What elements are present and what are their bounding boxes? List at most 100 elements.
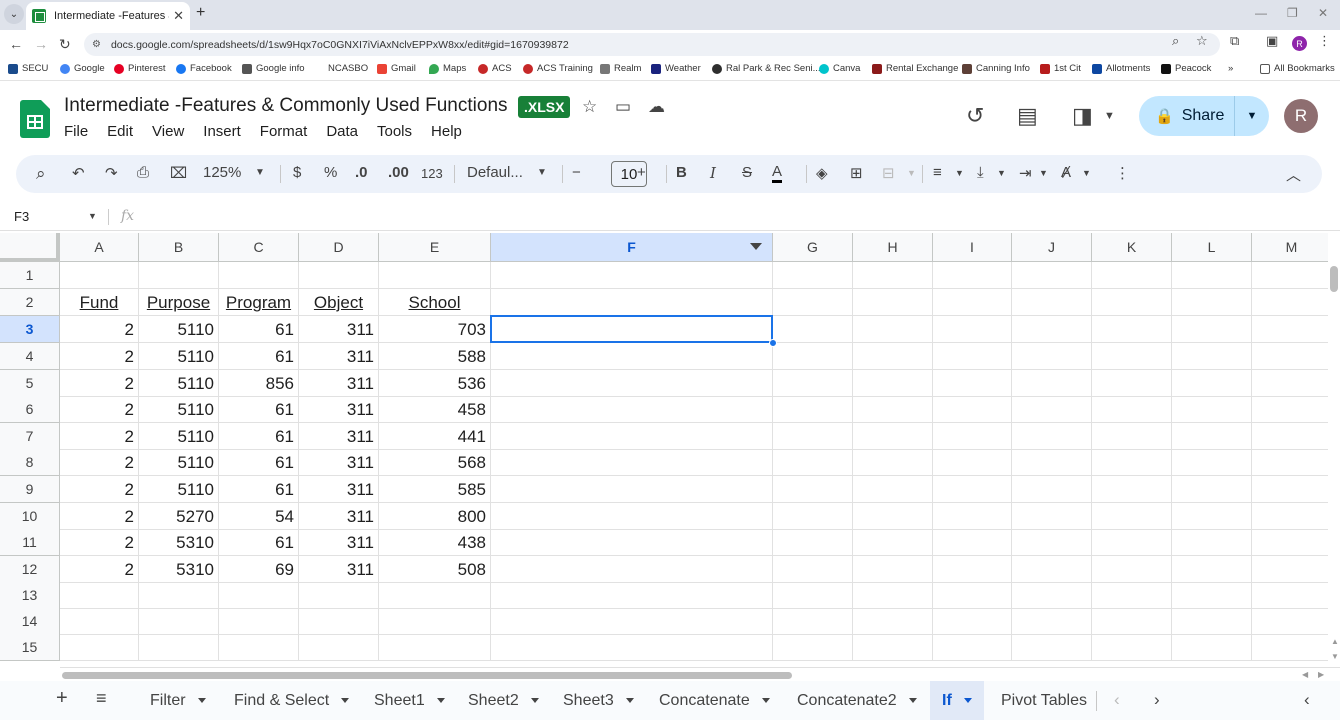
cell-k8[interactable] xyxy=(1092,449,1172,476)
cell-i13[interactable] xyxy=(933,582,1012,609)
sheet-tab-pivot-tables[interactable]: Pivot Tables xyxy=(989,681,1099,720)
move-folder-icon[interactable]: ▭ xyxy=(615,97,631,117)
cell-d3[interactable]: 311 xyxy=(299,316,379,343)
sheet-tab-dropdown-icon[interactable] xyxy=(625,698,634,703)
more-bookmarks-icon[interactable]: » xyxy=(1228,63,1233,74)
cell-e9[interactable]: 585 xyxy=(379,476,491,503)
cell-m1[interactable] xyxy=(1252,262,1328,289)
menu-format[interactable]: Format xyxy=(260,123,308,143)
column-header-b[interactable]: B xyxy=(139,233,219,262)
cell-l4[interactable] xyxy=(1172,343,1252,370)
row-header-11[interactable]: 11 xyxy=(0,529,60,556)
increase-decimal-button[interactable]: .00 xyxy=(388,164,409,181)
column-header-e[interactable]: E xyxy=(379,233,491,262)
cell-l1[interactable] xyxy=(1172,262,1252,289)
cell-j10[interactable] xyxy=(1012,503,1092,530)
all-bookmarks[interactable]: All Bookmarks xyxy=(1260,63,1335,74)
select-all-corner[interactable] xyxy=(0,233,60,262)
cell-k13[interactable] xyxy=(1092,582,1172,609)
sheet-tab-dropdown-icon[interactable] xyxy=(963,698,972,703)
row-header-12[interactable]: 12 xyxy=(0,556,60,583)
cell-e14[interactable] xyxy=(379,608,491,635)
sheet-scroll-left-icon[interactable]: ‹ xyxy=(1114,690,1120,710)
cell-k4[interactable] xyxy=(1092,343,1172,370)
zoom-select[interactable]: 125% xyxy=(203,164,241,181)
comments-icon[interactable]: ▤ xyxy=(1017,103,1038,129)
bookmark-canning-info[interactable]: Canning Info xyxy=(962,63,1030,74)
cell-k9[interactable] xyxy=(1092,476,1172,503)
cell-h7[interactable] xyxy=(853,423,933,450)
cell-a15[interactable] xyxy=(60,634,139,661)
font-dropdown-icon[interactable]: ▼ xyxy=(537,167,547,178)
bookmark-gmail[interactable]: Gmail xyxy=(377,63,416,74)
bookmark-star-icon[interactable]: ☆ xyxy=(1196,33,1208,49)
cell-j9[interactable] xyxy=(1012,476,1092,503)
cell-i4[interactable] xyxy=(933,343,1012,370)
reload-icon[interactable]: ↻ xyxy=(59,36,71,53)
cell-j2[interactable] xyxy=(1012,289,1092,316)
cell-e13[interactable] xyxy=(379,582,491,609)
cell-c9[interactable]: 61 xyxy=(219,476,299,503)
cell-g2[interactable] xyxy=(773,289,853,316)
cell-d15[interactable] xyxy=(299,634,379,661)
vertical-align-icon[interactable]: ⤓ xyxy=(977,164,984,181)
cell-b2[interactable]: Purpose xyxy=(139,289,219,316)
cell-g8[interactable] xyxy=(773,449,853,476)
cell-f9[interactable] xyxy=(491,476,773,503)
text-rotation-icon[interactable]: Ⱥ xyxy=(1061,164,1071,181)
cell-f11[interactable] xyxy=(491,529,773,556)
cell-m2[interactable] xyxy=(1252,289,1328,316)
horizontal-scrollbar[interactable]: ◀ ▶ xyxy=(60,667,1340,681)
cell-b11[interactable]: 5310 xyxy=(139,529,219,556)
site-info-icon[interactable]: ⚙ xyxy=(92,39,101,50)
row-header-4[interactable]: 4 xyxy=(0,343,60,370)
all-sheets-icon[interactable]: ≡ xyxy=(96,688,107,709)
paint-format-icon[interactable]: ⌧ xyxy=(170,164,187,182)
cell-m13[interactable] xyxy=(1252,582,1328,609)
cell-b8[interactable]: 5110 xyxy=(139,449,219,476)
sheets-logo-icon[interactable] xyxy=(20,100,50,138)
cell-i1[interactable] xyxy=(933,262,1012,289)
share-dropdown-icon[interactable]: ▼ xyxy=(1235,110,1269,122)
cell-h10[interactable] xyxy=(853,503,933,530)
cell-e2[interactable]: School xyxy=(379,289,491,316)
redo-icon[interactable]: ↷ xyxy=(105,164,118,182)
cell-k12[interactable] xyxy=(1092,556,1172,583)
cell-m4[interactable] xyxy=(1252,343,1328,370)
search-menus-icon[interactable]: ⌕ xyxy=(36,164,46,184)
bold-button[interactable]: B xyxy=(676,164,687,181)
column-menu-dropdown-icon[interactable] xyxy=(750,243,762,250)
bookmark-facebook[interactable]: Facebook xyxy=(176,63,232,74)
cell-j6[interactable] xyxy=(1012,396,1092,423)
cell-g1[interactable] xyxy=(773,262,853,289)
cell-g3[interactable] xyxy=(773,316,853,343)
cell-g10[interactable] xyxy=(773,503,853,530)
cell-c1[interactable] xyxy=(219,262,299,289)
side-panel-icon[interactable]: ▣ xyxy=(1266,33,1278,49)
column-header-g[interactable]: G xyxy=(773,233,853,262)
row-header-10[interactable]: 10 xyxy=(0,503,60,530)
browser-profile-avatar[interactable]: R xyxy=(1292,36,1307,51)
url-text[interactable]: docs.google.com/spreadsheets/d/1sw9Hqx7o… xyxy=(111,39,569,51)
cell-f10[interactable] xyxy=(491,503,773,530)
cell-m9[interactable] xyxy=(1252,476,1328,503)
star-icon[interactable]: ☆ xyxy=(582,97,597,117)
cell-f14[interactable] xyxy=(491,608,773,635)
row-header-15[interactable]: 15 xyxy=(0,634,60,661)
column-header-k[interactable]: K xyxy=(1092,233,1172,262)
cell-k11[interactable] xyxy=(1092,529,1172,556)
rotation-dropdown-icon[interactable]: ▼ xyxy=(1082,168,1091,178)
version-history-icon[interactable]: ↺ xyxy=(966,103,984,129)
cell-e10[interactable]: 800 xyxy=(379,503,491,530)
cell-g7[interactable] xyxy=(773,423,853,450)
file-format-badge[interactable]: .XLSX xyxy=(518,96,571,118)
cell-f1[interactable] xyxy=(491,262,773,289)
cell-i6[interactable] xyxy=(933,396,1012,423)
fill-color-icon[interactable]: ◈ xyxy=(816,164,828,182)
cell-j11[interactable] xyxy=(1012,529,1092,556)
name-box-dropdown-icon[interactable]: ▼ xyxy=(88,211,97,221)
new-tab-icon[interactable]: + xyxy=(196,4,205,22)
bookmark-ncasbo[interactable]: NCASBO xyxy=(328,63,368,74)
spreadsheet-grid[interactable]: A B C D E F G H I J K L M 1 2 3 4 5 6 7 8 9 10 11 12 13 14 15 Fund Pu… xyxy=(0,233,1328,667)
column-header-m[interactable]: M xyxy=(1252,233,1328,262)
